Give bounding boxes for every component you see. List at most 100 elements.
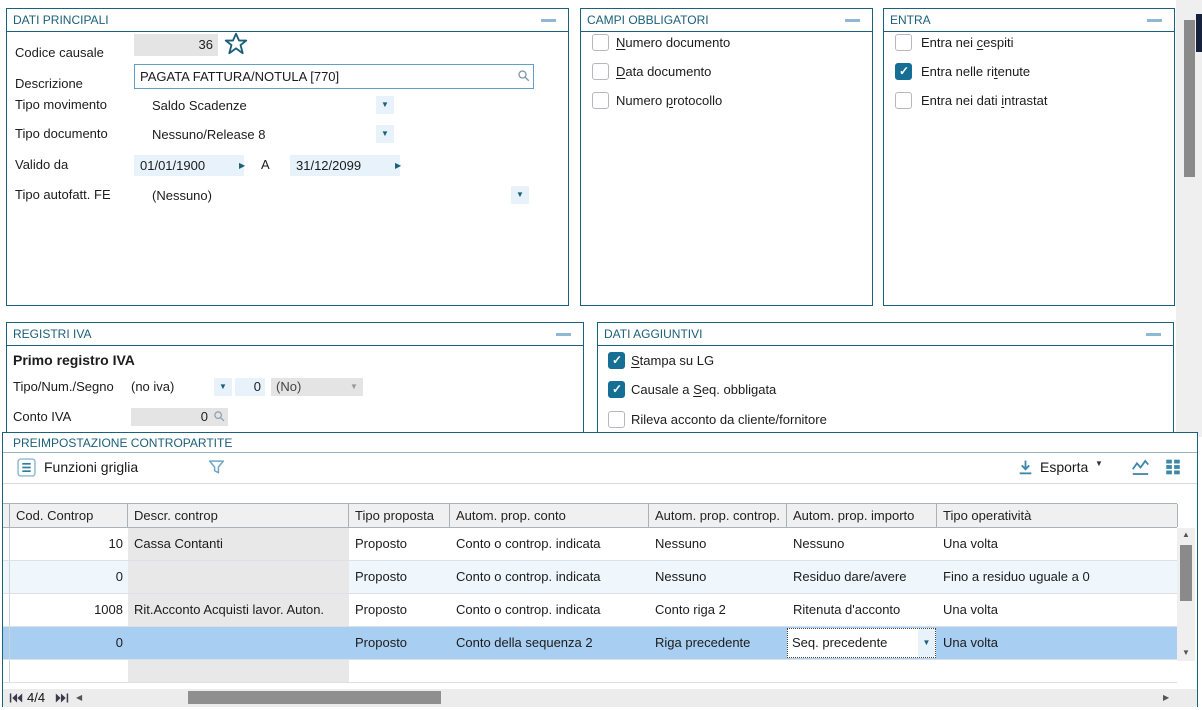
- valido-da-date-input[interactable]: 01/01/1900: [134, 155, 244, 176]
- grid-vscroll-thumb[interactable]: [1180, 545, 1192, 601]
- grid-row[interactable]: 0 PropostoConto della sequenza 2Riga prec…: [3, 627, 1177, 660]
- data-documento-checkbox[interactable]: [592, 63, 609, 80]
- grid-cell[interactable]: [450, 660, 649, 682]
- grid-row[interactable]: 1008Rit.Acconto Acquisti lavor. Auton.Pr…: [3, 594, 1177, 627]
- entra-ritenute-checkbox[interactable]: [895, 63, 912, 80]
- grid-cell[interactable]: Conto della sequenza 2: [450, 627, 649, 659]
- grid-cell[interactable]: Nessuno: [787, 528, 937, 560]
- grid-row-selector[interactable]: [3, 528, 10, 560]
- grid-row[interactable]: [3, 660, 1177, 683]
- scroll-down-icon[interactable]: ▼: [1177, 647, 1195, 659]
- dropdown-arrow-icon[interactable]: ▼: [214, 378, 232, 396]
- dropdown-arrow-icon[interactable]: ▼: [376, 96, 394, 114]
- grid-header-cell[interactable]: Cod. Controp: [10, 504, 128, 527]
- download-icon[interactable]: [1017, 459, 1034, 476]
- grid-vertical-scrollbar[interactable]: ▲ ▼: [1177, 528, 1195, 661]
- scroll-right-icon[interactable]: ▶: [1163, 689, 1169, 707]
- grid-row-selector[interactable]: [3, 561, 10, 593]
- tipo-documento-value[interactable]: Nessuno/Release 8: [152, 127, 265, 143]
- grid-row-selector[interactable]: [3, 627, 10, 659]
- pager-last-icon[interactable]: [55, 692, 69, 704]
- grid-cell[interactable]: [128, 660, 349, 682]
- grid-header-cell[interactable]: Autom. prop. conto: [450, 504, 649, 527]
- funzioni-griglia-button[interactable]: Funzioni griglia: [44, 459, 138, 475]
- grid-cell[interactable]: 10: [10, 528, 128, 560]
- grid-header-cell[interactable]: Descr. controp: [128, 504, 349, 527]
- collapse-icon[interactable]: [1147, 19, 1162, 22]
- numero-protocollo-checkbox[interactable]: [592, 92, 609, 109]
- page-scrollbar[interactable]: [1176, 0, 1202, 437]
- grid-cell[interactable]: Fino a residuo uguale a 0: [937, 561, 1177, 593]
- date-next-icon[interactable]: ▶: [395, 155, 409, 176]
- grid-row-selector[interactable]: [3, 660, 10, 682]
- importo-editor-dropdown[interactable]: Seq. precedente▼: [787, 628, 936, 658]
- grid-cell[interactable]: Residuo dare/avere: [787, 561, 937, 593]
- grid-cell[interactable]: Proposto: [349, 528, 450, 560]
- grid-cell[interactable]: Nessuno: [649, 561, 787, 593]
- entra-intrastat-checkbox[interactable]: [895, 92, 912, 109]
- scroll-up-icon[interactable]: ▲: [1177, 529, 1195, 541]
- grid-cell[interactable]: 0: [10, 627, 128, 659]
- grid-horizontal-scrollbar[interactable]: 4/4 ◀ ▶: [3, 689, 1197, 707]
- stampa-lg-checkbox[interactable]: [608, 352, 625, 369]
- grid-cell[interactable]: Seq. precedente▼: [787, 627, 937, 659]
- grid-cell[interactable]: [128, 561, 349, 593]
- grid-cell[interactable]: Una volta: [937, 627, 1177, 659]
- grid-cell[interactable]: Proposto: [349, 594, 450, 626]
- collapse-icon[interactable]: [541, 19, 556, 22]
- grid-cell[interactable]: [10, 660, 128, 682]
- grid-header-cell[interactable]: Tipo proposta: [349, 504, 450, 527]
- page-scrollbar-thumb[interactable]: [1184, 20, 1195, 177]
- codice-causale-input[interactable]: 36: [134, 34, 218, 56]
- esporta-button[interactable]: Esporta: [1040, 459, 1088, 475]
- grid-cell[interactable]: Conto o controp. indicata: [450, 561, 649, 593]
- descrizione-input[interactable]: PAGATA FATTURA/NOTULA [770]: [134, 64, 534, 89]
- grid-cell[interactable]: Rit.Acconto Acquisti lavor. Auton.: [128, 594, 349, 626]
- grid-cell[interactable]: [787, 660, 937, 682]
- grid-cell[interactable]: Conto riga 2: [649, 594, 787, 626]
- pager-first-icon[interactable]: [9, 692, 23, 704]
- collapse-icon[interactable]: [556, 333, 571, 336]
- grid-cell[interactable]: [349, 660, 450, 682]
- dropdown-arrow-icon[interactable]: ▼: [918, 629, 935, 657]
- grid-cell[interactable]: Una volta: [937, 528, 1177, 560]
- valido-a-date-input[interactable]: 31/12/2099: [290, 155, 400, 176]
- grid-cell[interactable]: [649, 660, 787, 682]
- grid-cell[interactable]: [937, 660, 1177, 682]
- grid-row[interactable]: 10Cassa ContantiPropostoConto o controp.…: [3, 528, 1177, 561]
- numero-documento-checkbox[interactable]: [592, 34, 609, 51]
- magnifier-icon[interactable]: [517, 69, 531, 83]
- dropdown-arrow-icon[interactable]: ▼: [376, 125, 394, 143]
- grid-cell[interactable]: [128, 627, 349, 659]
- line-chart-icon[interactable]: [1131, 458, 1150, 477]
- grid-cell[interactable]: Proposto: [349, 627, 450, 659]
- dropdown-arrow-icon[interactable]: ▼: [511, 186, 529, 204]
- grid-cell[interactable]: Conto o controp. indicata: [450, 594, 649, 626]
- grid-cell[interactable]: Una volta: [937, 594, 1177, 626]
- grid-header-cell[interactable]: Autom. prop. importo: [787, 504, 937, 527]
- grid-cell[interactable]: Conto o controp. indicata: [450, 528, 649, 560]
- collapse-icon[interactable]: [845, 19, 860, 22]
- funnel-icon[interactable]: [207, 458, 226, 477]
- grid-cell[interactable]: 0: [10, 561, 128, 593]
- grid-cell[interactable]: 1008: [10, 594, 128, 626]
- num-registro-input[interactable]: 0: [235, 378, 265, 396]
- grid-header-cell[interactable]: Tipo operatività: [937, 504, 1178, 527]
- rileva-acconto-checkbox[interactable]: [608, 411, 625, 428]
- star-icon[interactable]: [223, 31, 249, 57]
- grid-cell[interactable]: Ritenuta d'acconto: [787, 594, 937, 626]
- date-next-icon[interactable]: ▶: [239, 155, 253, 176]
- grid-cell[interactable]: Riga precedente: [649, 627, 787, 659]
- grid-row[interactable]: 0 PropostoConto o controp. indicataNessun…: [3, 561, 1177, 594]
- scroll-left-icon[interactable]: ◀: [76, 689, 82, 707]
- grid-hscroll-thumb[interactable]: [188, 691, 441, 704]
- dropdown-arrow-icon[interactable]: ▼: [1095, 459, 1103, 468]
- tipo-movimento-value[interactable]: Saldo Scadenze: [152, 98, 247, 114]
- grid-cell[interactable]: Proposto: [349, 561, 450, 593]
- grid-cell[interactable]: Nessuno: [649, 528, 787, 560]
- grid-cell[interactable]: Cassa Contanti: [128, 528, 349, 560]
- magnifier-icon[interactable]: [213, 410, 226, 423]
- tipo-autofatt-value[interactable]: (Nessuno): [152, 188, 212, 204]
- grid-squares-icon[interactable]: [1164, 458, 1182, 476]
- grid-header-cell[interactable]: Autom. prop. controp.: [649, 504, 787, 527]
